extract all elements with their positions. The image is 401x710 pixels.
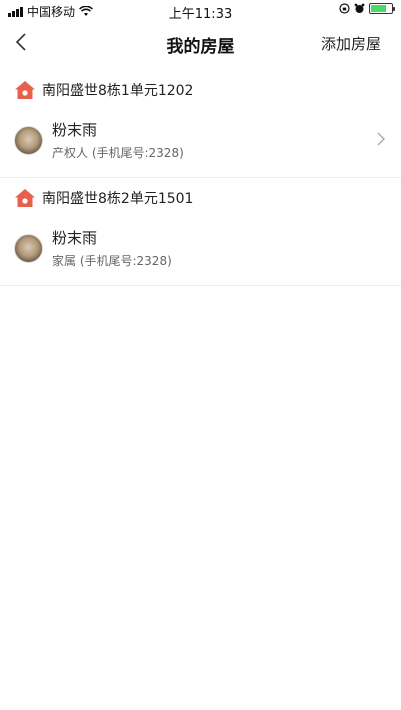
house-address: 南阳盛世8栋2单元1501 <box>42 191 194 207</box>
house-address-row: 南阳盛世8栋1单元1202 <box>14 80 193 100</box>
avatar <box>14 234 43 263</box>
house-member: 粉末雨 产权人 (手机尾号:2328) <box>14 120 184 161</box>
house-icon <box>15 81 35 99</box>
status-right <box>339 3 395 14</box>
member-name: 粉末雨 <box>52 229 98 247</box>
status-bar: 中国移动 上午11:33 <box>0 0 401 22</box>
house-member: 粉末雨 家属 (手机尾号:2328) <box>14 228 172 269</box>
house-list: 南阳盛世8栋1单元1202 粉末雨 产权人 (手机尾号:2328) 南阳盛世8栋… <box>0 70 401 286</box>
member-role: 产权人 (手机尾号:2328) <box>52 146 184 160</box>
member-role: 家属 (手机尾号:2328) <box>52 254 172 268</box>
battery-icon <box>369 3 395 14</box>
rotation-lock-icon <box>339 3 350 14</box>
avatar <box>14 126 43 155</box>
house-card[interactable]: 南阳盛世8栋1单元1202 粉末雨 产权人 (手机尾号:2328) <box>0 70 401 178</box>
house-address-row: 南阳盛世8栋2单元1501 <box>14 188 193 208</box>
nav-bar: 我的房屋 添加房屋 <box>0 22 401 66</box>
member-name: 粉末雨 <box>52 121 98 139</box>
add-house-button[interactable]: 添加房屋 <box>321 33 381 54</box>
house-icon <box>15 189 35 207</box>
house-card[interactable]: 南阳盛世8栋2单元1501 粉末雨 家属 (手机尾号:2328) <box>0 178 401 286</box>
house-address: 南阳盛世8栋1单元1202 <box>42 83 194 99</box>
chevron-right-icon[interactable] <box>375 132 387 146</box>
alarm-icon <box>354 3 365 13</box>
